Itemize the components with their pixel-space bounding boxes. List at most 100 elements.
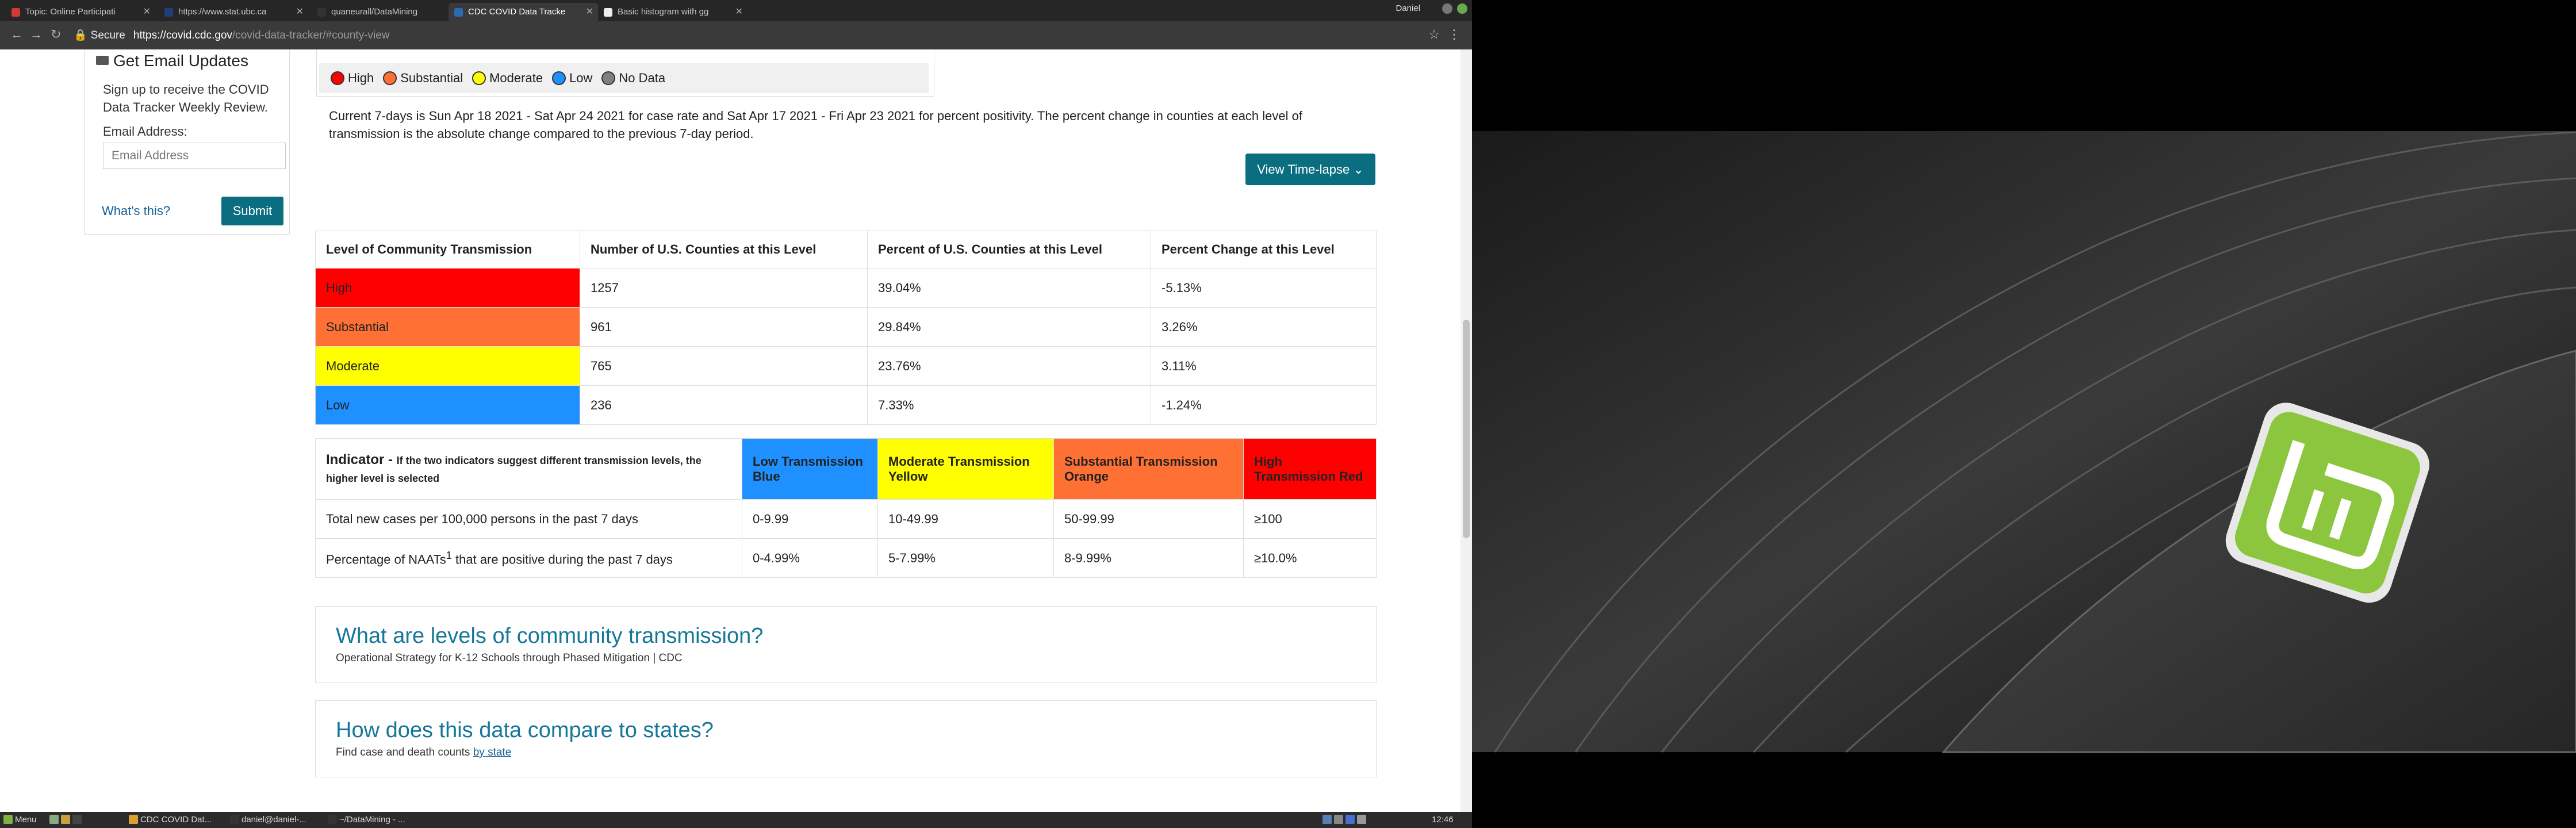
legend-item-substantial: Substantial [383,71,463,86]
taskbar-window-2[interactable]: daniel@daniel-... [230,814,306,826]
forward-icon[interactable]: → [30,27,43,42]
tab-1[interactable]: Topic: Online Participati ✕ [6,3,155,21]
value-cell: ≥100 [1243,499,1377,539]
back-icon[interactable]: ← [10,27,23,42]
count-cell: 961 [580,307,868,347]
window-title: daniel@daniel-... [241,815,306,825]
card-title[interactable]: What are levels of community transmissio… [336,624,1356,649]
level-cell: Low [315,385,580,425]
table-row: Substantial 961 29.84% 3.26% [315,307,1377,347]
table-header-row: Indicator - If the two indicators sugges… [315,438,1377,500]
submit-button[interactable]: Submit [221,197,283,225]
time-lapse-label: View Time-lapse [1257,162,1350,177]
indicator-table: Indicator - If the two indicators sugges… [315,438,1377,578]
legend-item-moderate: Moderate [472,71,543,86]
legend-label: Substantial [400,71,463,85]
close-icon[interactable]: ✕ [586,3,593,21]
desktop-wallpaper [1472,0,2576,828]
by-state-link[interactable]: by state [473,746,512,758]
favicon-icon [164,8,173,17]
lock-icon: 🔒 [74,29,87,41]
card-text: Find case and death counts by state [336,746,1356,759]
reload-icon[interactable]: ↻ [51,27,61,42]
count-cell: 1257 [580,268,868,308]
card-title[interactable]: How does this data compare to states? [336,718,1356,743]
clock[interactable]: 12:46 [1432,814,1454,826]
window-title: CDC COVID Dat... [140,815,212,825]
tab-strip: Topic: Online Participati ✕ https://www.s… [0,0,1472,21]
value-cell: 8-9.99% [1053,538,1244,578]
indicator-header: Indicator - If the two indicators sugges… [315,438,742,500]
card-text: Operational Strategy for K-12 Schools th… [336,652,683,664]
start-menu-button[interactable]: Menu [3,814,37,826]
close-icon[interactable]: ✕ [735,3,743,21]
terminal-icon [328,815,337,824]
tab-title: Topic: Online Participati [25,7,116,17]
column-header: Level of Community Transmission [315,231,580,269]
shield-icon[interactable] [1334,815,1343,824]
level-cell: High [315,268,580,308]
system-tray [1322,814,1368,826]
address-bar[interactable]: 🔒 Secure https://covid.cdc.gov/covid-data-… [74,26,1454,45]
scrollbar[interactable] [1460,49,1472,812]
view-time-lapse-button[interactable]: View Time-lapse ⌄ [1245,154,1375,185]
menu-icon [3,815,13,824]
no-data-dot-icon [601,71,616,85]
tab-title: Basic histogram with gg [618,7,709,17]
community-transmission-card[interactable]: What are levels of community transmissio… [315,606,1377,683]
profile-name[interactable]: Daniel [1396,3,1420,13]
screen: Topic: Online Participati ✕ https://www.s… [0,0,2576,828]
value-cell: 0-4.99% [742,538,878,578]
minimize-icon[interactable] [1442,3,1452,14]
favicon-icon [604,8,612,17]
taskbar-window-3[interactable]: ~/DataMining - ... [328,814,405,826]
moderate-dot-icon [472,71,486,85]
terminal-icon [230,815,239,824]
column-header: Number of U.S. Counties at this Level [580,231,868,269]
legend-label: No Data [619,71,666,85]
bookmark-star-icon[interactable]: ☆ [1428,27,1440,42]
indicator-header-title: Indicator - [326,451,397,467]
close-icon[interactable]: ✕ [296,3,304,21]
secure-label: Secure [90,29,125,41]
scrollbar-thumb[interactable] [1463,320,1470,538]
substantial-transmission-header: Substantial Transmission Orange [1053,438,1244,500]
browser-icon[interactable] [61,815,70,824]
legend-item-no-data: No Data [601,71,665,86]
moderate-transmission-header: Moderate Transmission Yellow [877,438,1054,500]
value-cell: 50-99.99 [1053,499,1244,539]
footnote-marker[interactable]: 1 [446,549,452,561]
network-icon[interactable] [1322,815,1332,824]
favicon-icon [317,8,326,17]
volume-icon[interactable] [1357,815,1366,824]
compare-states-card[interactable]: How does this data compare to states? Fi… [315,700,1377,777]
indicator-text: Percentage of NAATs [326,552,446,567]
taskbar-window-1[interactable]: CDC COVID Dat... [129,814,212,826]
close-icon[interactable]: ✕ [143,3,151,21]
change-cell: -1.24% [1151,385,1377,425]
tab-title: CDC COVID Data Tracke [468,7,566,17]
indicator-cell: Percentage of NAATs1 that are positive d… [315,538,742,578]
count-cell: 236 [580,385,868,425]
current-period-text: Current 7-days is Sun Apr 18 2021 - Sat … [329,109,1302,141]
table-row: Total new cases per 100,000 persons in t… [315,499,1377,539]
email-field[interactable] [103,143,286,169]
terminal-icon[interactable] [72,815,82,824]
chevron-down-icon: ⌄ [1353,162,1364,177]
whats-this-link[interactable]: What's this? [102,204,170,218]
level-cell: Substantial [315,307,580,347]
legend-label: Low [569,71,593,85]
tab-4-active[interactable]: CDC COVID Data Tracke ✕ [448,3,598,21]
value-cell: 0-9.99 [742,499,878,539]
browser-toolbar: ← → ↻ 🔒 Secure https://covid.cdc.gov/covid… [0,21,1472,49]
tab-5[interactable]: Basic histogram with gg ✕ [598,3,747,21]
bluetooth-icon[interactable] [1346,815,1355,824]
close-window-icon[interactable] [1457,3,1467,14]
files-icon[interactable] [49,815,59,824]
favicon-icon [12,8,20,17]
change-cell: 3.26% [1151,307,1377,347]
menu-kebab-icon[interactable]: ⋮ [1448,27,1460,42]
tab-3[interactable]: quaneurall/DataMining✕ [312,3,461,21]
tab-2[interactable]: https://www.stat.ubc.ca ✕ [159,3,308,21]
legend-item-low: Low [552,71,592,86]
